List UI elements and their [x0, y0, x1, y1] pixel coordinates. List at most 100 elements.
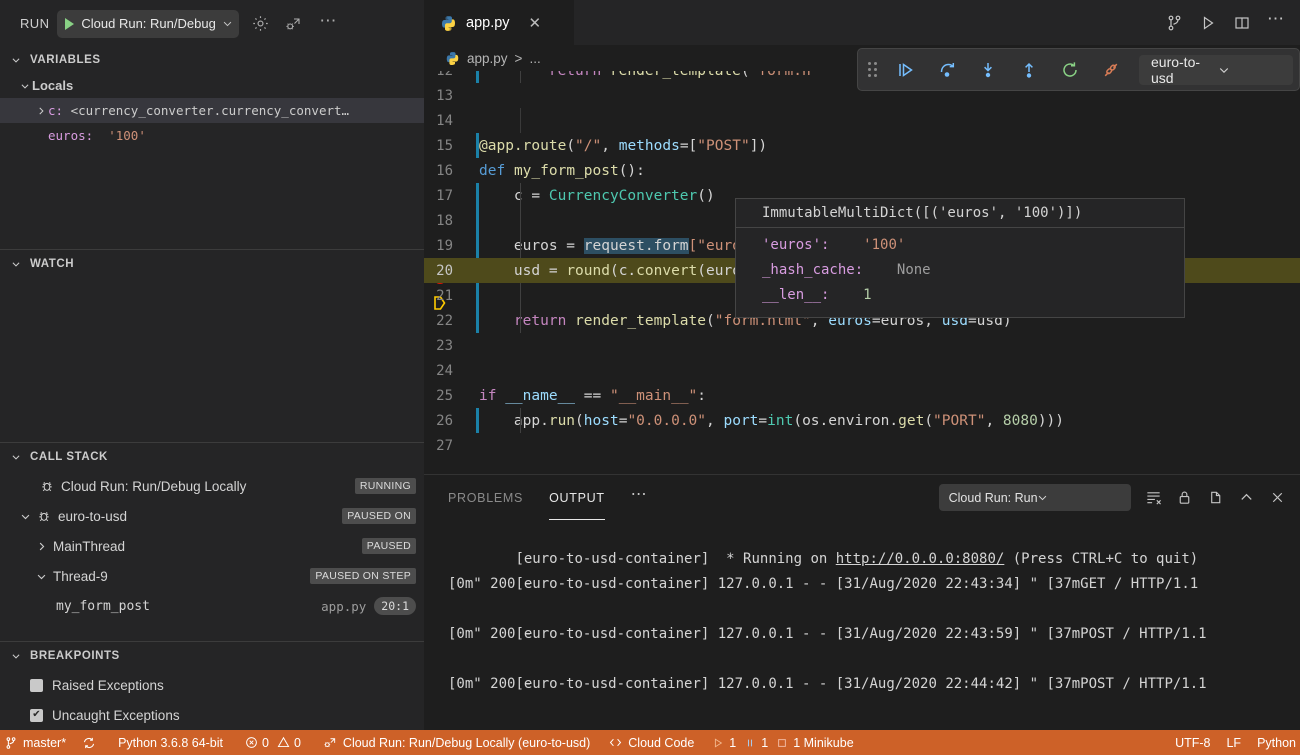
code-line: 14 [424, 108, 1300, 133]
hover-row: 'euros': '100' [762, 233, 1174, 258]
checkbox-checked-icon[interactable] [30, 708, 43, 722]
frame-label: my_form_post [56, 598, 150, 614]
call-stack-thread-row[interactable]: MainThread PAUSED [0, 531, 424, 561]
editor-tab-app-py[interactable]: app.py ✕ [424, 0, 574, 45]
call-stack-thread-row[interactable]: Thread-9 PAUSED ON STEP [0, 561, 424, 591]
drag-handle[interactable] [864, 62, 880, 77]
step-over-button[interactable] [928, 55, 966, 85]
breakpoint-raised-exceptions[interactable]: Raised Exceptions [0, 670, 424, 700]
split-editor-icon[interactable] [1233, 14, 1251, 32]
status-sync[interactable] [74, 730, 104, 755]
status-python-version[interactable]: Python 3.6.8 64-bit [104, 730, 231, 755]
code-editor[interactable]: 12 return render_template("form.h 13 14 … [424, 71, 1300, 475]
call-stack-section-header[interactable]: CALL STACK [0, 443, 424, 471]
run-python-file-icon[interactable] [1199, 14, 1217, 32]
code-line: 24 [424, 358, 1300, 383]
breakpoints-title: BREAKPOINTS [30, 650, 120, 662]
code-line: 26 app.run(host="0.0.0.0", port=int(os.e… [424, 408, 1300, 433]
output-channel-dropdown[interactable]: Cloud Run: Run/Debug Locall [938, 484, 1131, 511]
lock-scroll-icon[interactable] [1176, 489, 1193, 506]
source-control-icon[interactable] [1165, 14, 1183, 32]
launch-config-label: Cloud Run: Run/Debug Locally [81, 15, 216, 31]
breakpoint-label: Raised Exceptions [52, 677, 164, 693]
line-number: 12 [424, 71, 479, 79]
sidebar-header: RUN Cloud Run: Run/Debug Locally [0, 0, 424, 47]
panel-actions: Cloud Run: Run/Debug Locall [938, 484, 1300, 511]
call-stack-session-row[interactable]: Cloud Run: Run/Debug Locally RUNNING [0, 471, 424, 501]
variable-row[interactable]: c: <currency_converter.currency_convert… [0, 98, 424, 123]
editor-actions: ⋯ [1165, 0, 1300, 45]
gear-icon[interactable] [247, 11, 273, 37]
close-panel-icon[interactable] [1269, 489, 1286, 506]
chevron-right-icon[interactable] [34, 541, 48, 552]
line-number: 22 [436, 312, 453, 329]
hover-value: '100' [863, 237, 906, 253]
call-stack-session-row[interactable]: euro-to-usd PAUSED ON [0, 501, 424, 531]
hover-key: 'euros': [762, 237, 830, 253]
checkbox-unchecked-icon[interactable] [30, 678, 43, 692]
variables-section-header[interactable]: VARIABLES [0, 47, 424, 73]
panel-more-tabs-icon[interactable]: ⋯ [631, 475, 648, 520]
step-into-button[interactable] [969, 55, 1007, 85]
tab-problems[interactable]: PROBLEMS [448, 475, 523, 520]
variables-scope-locals[interactable]: Locals [0, 73, 424, 98]
open-in-editor-icon[interactable] [1207, 489, 1224, 506]
more-actions-icon[interactable]: ⋯ [315, 11, 341, 37]
status-encoding[interactable]: UTF-8 [1167, 730, 1218, 755]
run-view-title: RUN [20, 16, 50, 31]
variable-row[interactable]: euros: '100' [0, 123, 424, 148]
continue-button[interactable] [887, 55, 925, 85]
debug-toolbar: euro-to-usd [857, 48, 1300, 91]
more-actions-icon[interactable]: ⋯ [1267, 10, 1284, 31]
status-debug-session[interactable]: Cloud Run: Run/Debug Locally (euro-to-us… [309, 730, 598, 755]
log-link[interactable]: http://0.0.0.0:8080/ [836, 551, 1005, 567]
warning-icon [277, 736, 290, 749]
line-number: 23 [436, 337, 453, 354]
hover-row: __len__: 1 [762, 283, 1174, 308]
status-cloud-code[interactable]: Cloud Code [598, 730, 702, 755]
python-version-label: Python 3.6.8 64-bit [118, 735, 224, 750]
sync-icon [82, 736, 96, 750]
chevron-right-icon[interactable] [34, 106, 48, 116]
tab-output[interactable]: OUTPUT [549, 475, 605, 520]
breakpoint-uncaught-exceptions[interactable]: Uncaught Exceptions [0, 700, 424, 730]
breakpoint-icon[interactable] [430, 236, 450, 284]
breakpoints-section-header[interactable]: BREAKPOINTS [0, 642, 424, 670]
output-log[interactable]: [euro-to-usd-container] * Running on htt… [424, 520, 1300, 697]
status-eol[interactable]: LF [1218, 730, 1249, 755]
debug-session-dropdown[interactable]: euro-to-usd [1139, 54, 1293, 86]
step-out-button[interactable] [1010, 55, 1048, 85]
breadcrumb-separator: > [514, 50, 523, 66]
collapse-panel-icon[interactable] [1238, 489, 1255, 506]
clear-output-icon[interactable] [1145, 489, 1162, 506]
language-mode-label: Python [1257, 735, 1296, 750]
chevron-down-icon[interactable] [34, 571, 48, 582]
breadcrumb-rest[interactable]: ... [529, 51, 540, 66]
encoding-label: UTF-8 [1175, 735, 1211, 750]
status-language-mode[interactable]: Python [1249, 730, 1300, 755]
debug-config-icon[interactable] [281, 11, 307, 37]
launch-config-dropdown[interactable]: Cloud Run: Run/Debug Locally [57, 9, 240, 38]
watch-section-header[interactable]: WATCH [0, 250, 424, 278]
status-minikube[interactable]: 1 1 1 Minikube [702, 730, 861, 755]
running-pods-icon [712, 737, 724, 749]
code-line: 27 [424, 433, 1300, 458]
call-stack-frame-row[interactable]: my_form_post app.py 20:1 [0, 591, 424, 621]
status-branch[interactable]: master* [0, 730, 74, 755]
debug-icon [323, 735, 338, 750]
code-line: 25 if __name__ == "__main__": [424, 383, 1300, 408]
close-icon[interactable]: ✕ [529, 14, 542, 32]
bug-icon [37, 509, 51, 523]
hover-title: ImmutableMultiDict([('euros', '100')]) [736, 199, 1184, 228]
line-number: 24 [436, 362, 453, 379]
breadcrumb-file[interactable]: app.py [467, 51, 508, 66]
status-problems[interactable]: 0 0 [231, 730, 309, 755]
disconnect-button[interactable] [1092, 55, 1130, 85]
log-line: [euro-to-usd-container] 127.0.0.1 - - [3… [448, 597, 1300, 642]
chevron-down-icon [1037, 492, 1125, 503]
start-debug-icon[interactable] [65, 17, 75, 30]
status-badge: PAUSED [361, 538, 416, 554]
restart-button[interactable] [1051, 55, 1089, 85]
scope-label: Locals [32, 78, 74, 93]
chevron-down-icon[interactable] [18, 511, 32, 522]
